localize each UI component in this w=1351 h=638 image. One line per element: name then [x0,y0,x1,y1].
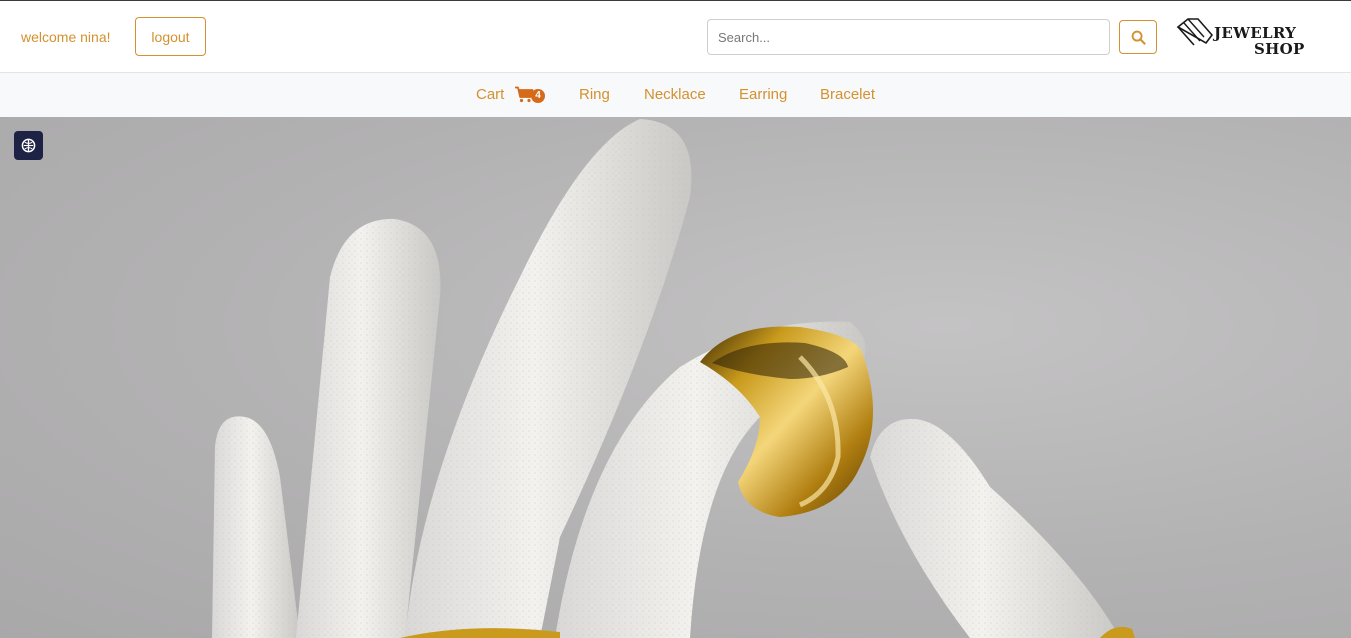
diamond-logo-icon [1176,18,1214,46]
nav-item-bracelet[interactable]: Bracelet [820,86,875,103]
search-button[interactable] [1119,20,1157,54]
site-logo[interactable]: JEWELRY SHOP [1176,15,1321,61]
top-header: welcome nina! logout JEWELRY SHOP [0,0,1351,73]
logout-button[interactable]: logout [135,17,206,56]
nav-item-earring[interactable]: Earring [739,86,787,103]
nav-item-necklace[interactable]: Necklace [644,86,706,103]
welcome-message: welcome nina! [21,29,111,45]
main-nav: Cart Ring Necklace Earring Bracelet [0,73,1351,117]
logo-text-shop: SHOP [1254,40,1305,58]
accessibility-icon [21,138,36,153]
nav-item-ring[interactable]: Ring [579,86,610,103]
accessibility-button[interactable] [14,131,43,160]
hero-illustration [212,119,1135,638]
nav-cart-link[interactable]: Cart [476,86,504,103]
hero-image [0,117,1351,638]
cart-count-badge: 4 [531,89,545,103]
search-icon [1131,30,1146,45]
search-input[interactable] [707,19,1110,55]
page: welcome nina! logout JEWELRY SHOP Cart R… [0,0,1351,638]
